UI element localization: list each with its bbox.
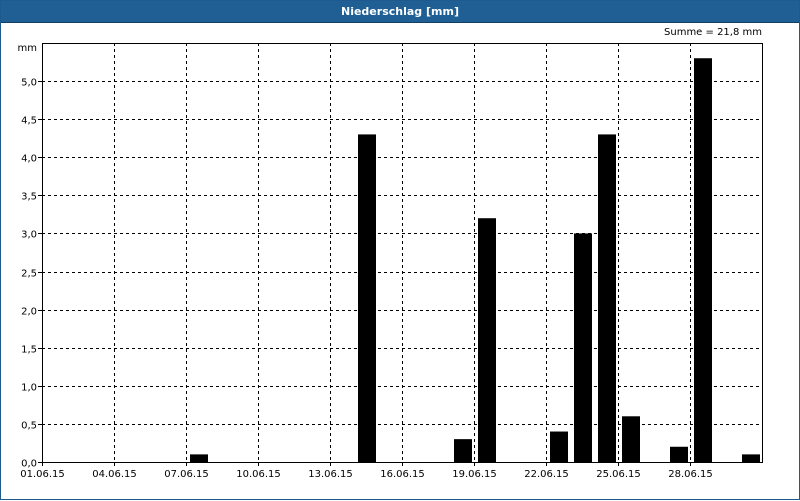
y-axis-unit: mm bbox=[18, 43, 37, 54]
grid-lines bbox=[42, 43, 762, 462]
precipitation-bar bbox=[742, 454, 760, 462]
x-tick-label: 10.06.15 bbox=[236, 469, 281, 480]
chart-window: Niederschlag [mm] Summe = 21,8 mm 0,0 0,5… bbox=[0, 0, 800, 500]
y-tick-label: 5,0 bbox=[21, 78, 37, 89]
precipitation-bar bbox=[358, 134, 376, 462]
precipitation-bar bbox=[622, 416, 640, 462]
y-tick-label: 0,0 bbox=[21, 459, 37, 470]
y-tick-label: 4,0 bbox=[21, 154, 37, 165]
precipitation-bar bbox=[190, 454, 208, 462]
x-tick-label: 28.06.15 bbox=[668, 469, 713, 480]
x-tick-label: 16.06.15 bbox=[380, 469, 425, 480]
x-tick-label: 01.06.15 bbox=[20, 469, 65, 480]
axes bbox=[38, 43, 763, 466]
y-tick-label: 2,5 bbox=[21, 269, 37, 280]
precipitation-bar bbox=[598, 134, 616, 462]
precipitation-bar bbox=[550, 431, 568, 462]
y-tick-label: 1,0 bbox=[21, 383, 37, 394]
x-tick-label: 25.06.15 bbox=[596, 469, 641, 480]
y-tick-label: 3,5 bbox=[21, 192, 37, 203]
x-tick-label: 07.06.15 bbox=[164, 469, 209, 480]
precipitation-bar bbox=[694, 58, 712, 463]
y-tick-label: 4,5 bbox=[21, 116, 37, 127]
y-tick-label: 3,0 bbox=[21, 230, 37, 241]
y-tick-label: 2,0 bbox=[21, 307, 37, 318]
precipitation-bar bbox=[478, 218, 496, 462]
precipitation-chart: 0,0 0,5 1,0 1,5 2,0 2,5 3,0 3,5 4,0 4,5 5,0 mm 01.06… bbox=[18, 43, 763, 480]
precipitation-bar bbox=[454, 439, 472, 462]
x-tick-label: 04.06.15 bbox=[92, 469, 137, 480]
x-tick-label: 13.06.15 bbox=[308, 469, 353, 480]
x-tick-label: 22.06.15 bbox=[524, 469, 569, 480]
y-tick-label: 1,5 bbox=[21, 345, 37, 356]
x-tick-label: 19.06.15 bbox=[452, 469, 497, 480]
y-tick-label: 0,5 bbox=[21, 421, 37, 432]
precipitation-bar bbox=[670, 446, 688, 462]
precipitation-bar bbox=[574, 233, 592, 462]
